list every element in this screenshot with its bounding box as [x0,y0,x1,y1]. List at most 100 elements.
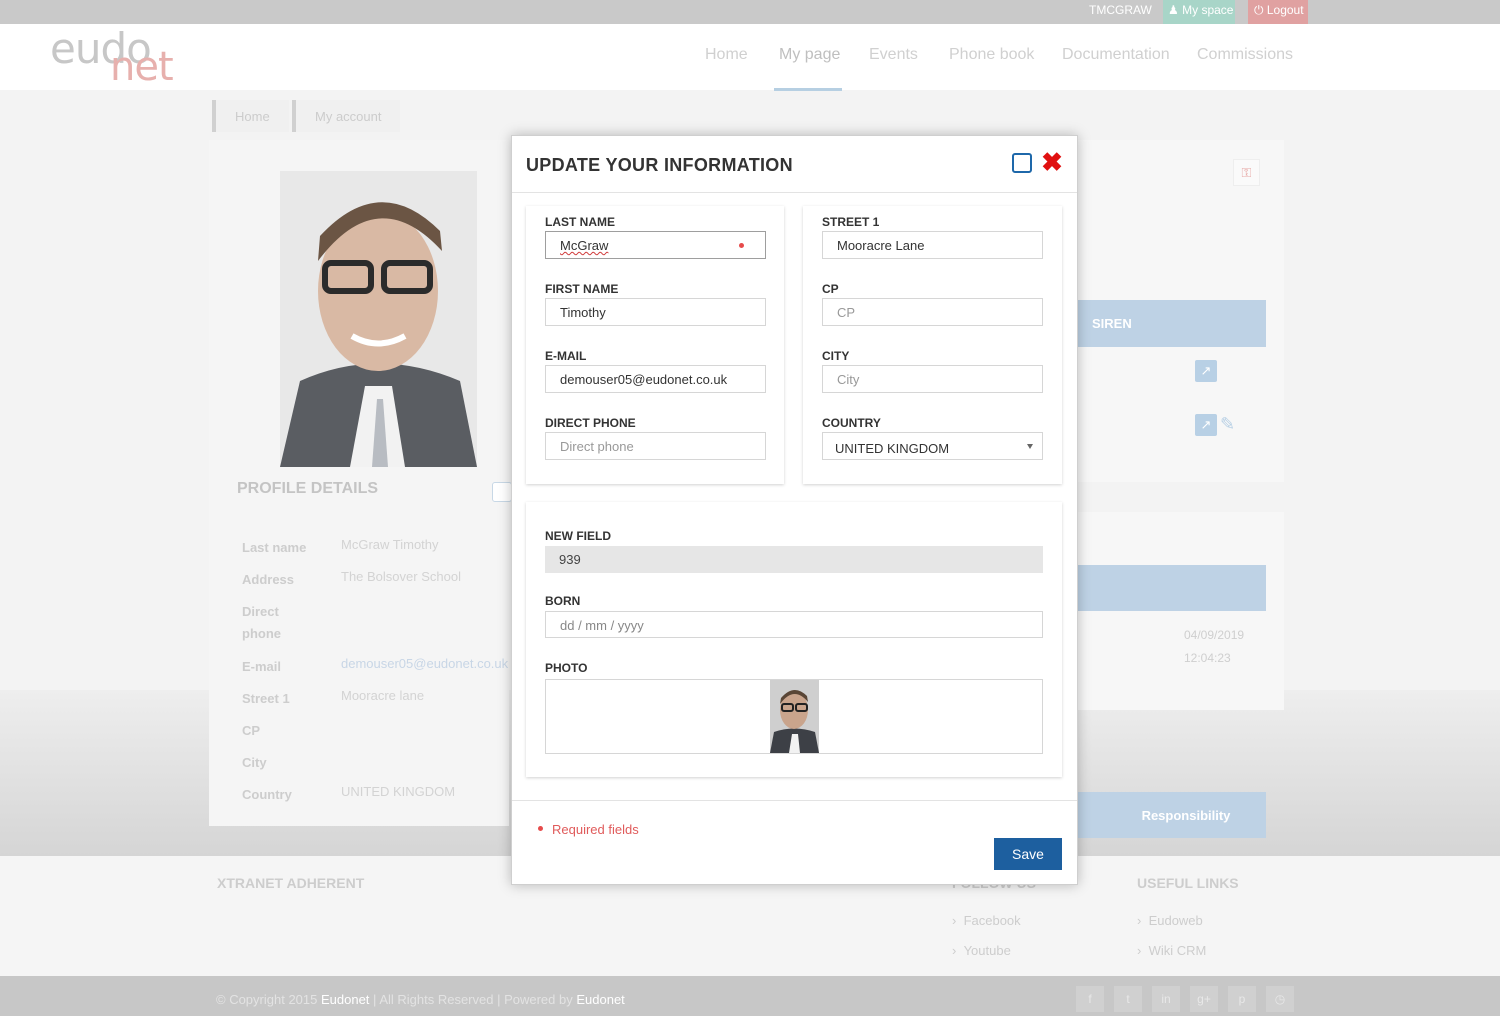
top-bar: TMCGRAW ♟ My space ⏻ Logout [0,0,1500,24]
nav-events[interactable]: Events [869,46,918,64]
footer-link-youtube[interactable]: › Youtube [952,943,1011,958]
logout-button[interactable]: ⏻ Logout [1248,0,1308,24]
cp-input[interactable]: CP [822,298,1043,326]
profile-row: CP [237,715,512,741]
street1-label: STREET 1 [822,215,880,229]
twitter-icon[interactable]: t [1114,986,1142,1012]
nav-my-page[interactable]: My page [779,46,840,64]
required-indicator [538,826,543,831]
date-text: 04/09/2019 [1184,628,1245,642]
last-name-input[interactable]: McGraw [545,231,766,259]
direct-phone-label: DIRECT PHONE [545,416,636,430]
street1-input[interactable]: Mooracre Lane [822,231,1043,259]
brand-link-1[interactable]: Eudonet [321,992,369,1007]
cp-label: CP [822,282,839,296]
breadcrumb-home[interactable]: Home [212,100,289,132]
brand-link-2[interactable]: Eudonet [576,992,624,1007]
born-input[interactable]: dd / mm / yyyy [545,611,1043,638]
nav-active-indicator [774,88,842,91]
user-icon: ♟ [1168,3,1179,17]
city-label: CITY [822,349,850,363]
maximize-icon[interactable] [1012,153,1032,173]
last-name-value: McGraw [560,238,609,253]
google-plus-icon[interactable]: g+ [1190,986,1218,1012]
profile-row-label: Street 1 [242,691,290,706]
open-link-icon[interactable]: ↗ [1195,414,1217,436]
nav-documentation[interactable]: Documentation [1062,46,1170,64]
photo-thumbnail [770,680,819,753]
breadcrumb-my-account[interactable]: My account [292,100,400,132]
logo-text-2: net [110,44,174,90]
footer-useful-title: USEFUL LINKS [1137,875,1239,891]
profile-row: City [237,747,512,773]
country-select[interactable]: UNITED KINGDOM [822,432,1043,460]
footer-link-eudoweb[interactable]: › Eudoweb [1137,913,1203,928]
profile-row-label: Direct phone [242,604,281,641]
key-icon[interactable]: ⚿ [1233,159,1260,186]
profile-row-value[interactable]: demouser05@eudonet.co.uk [341,656,508,671]
panel-address: STREET 1 Mooracre Lane CP CP CITY City C… [803,206,1062,484]
new-field-label: NEW FIELD [545,529,611,543]
logout-label: Logout [1266,3,1304,17]
profile-row: Address The Bolsover School [237,564,512,590]
update-info-modal: UPDATE YOUR INFORMATION ✖ LAST NAME McGr… [511,135,1078,885]
photo-label: PHOTO [545,661,588,675]
profile-row: Street 1 Mooracre lane [237,683,512,709]
clock-icon[interactable]: ◷ [1266,986,1294,1012]
linkedin-icon[interactable]: in [1152,986,1180,1012]
footer-link-label: Youtube [963,943,1011,958]
profile-details-title: PROFILE DETAILS [237,480,379,497]
born-label: BORN [545,594,581,608]
modal-footer-divider [512,800,1077,801]
footer-link-label: Facebook [963,913,1021,928]
nav-phone-book[interactable]: Phone book [949,46,1034,64]
copyright-prefix: © Copyright 2015 [216,992,318,1007]
save-button[interactable]: Save [994,838,1062,870]
profile-row-label: Last name [242,540,307,555]
time-text: 12:04:23 [1184,651,1231,665]
profile-photo [280,171,477,467]
footer-link-label: Eudoweb [1148,913,1203,928]
profile-row-value: The Bolsover School [341,569,461,584]
direct-phone-input[interactable]: Direct phone [545,432,766,460]
footer-link-label: Wiki CRM [1148,943,1207,958]
first-name-label: FIRST NAME [545,282,619,296]
required-fields-note: Required fields [552,822,639,837]
open-link-icon[interactable]: ↗ [1195,360,1217,382]
city-input[interactable]: City [822,365,1043,393]
profile-row-value: UNITED KINGDOM [341,784,456,799]
pinterest-icon[interactable]: p [1228,986,1256,1012]
footer-link-facebook[interactable]: › Facebook [952,913,1021,928]
username[interactable]: TMCGRAW [1089,3,1152,17]
country-label: COUNTRY [822,416,881,430]
email-label: E-MAIL [545,349,587,363]
profile-row-label: Address [242,572,295,587]
siren-header: SIREN [1076,300,1266,347]
photo-upload[interactable] [545,679,1043,754]
nav-home[interactable]: Home [705,46,748,64]
nav-commissions[interactable]: Commissions [1197,46,1293,64]
email-input[interactable]: demouser05@eudonet.co.uk [545,365,766,393]
country-value: UNITED KINGDOM [835,441,950,456]
section-header-bar [1076,565,1266,611]
copyright-text: © Copyright 2015 Eudonet | All Rights Re… [216,992,625,1007]
new-field-input: 939 [545,546,1043,573]
edit-icon[interactable]: ✎ [1220,413,1246,435]
responsibility-header: Responsibility [1076,792,1266,838]
profile-row: E-mail demouser05@eudonet.co.uk [237,651,512,677]
my-space-button[interactable]: ♟ My space [1163,0,1235,24]
header: eudo net Home My page Events Phone book … [0,24,1500,91]
copyright-middle: | All Rights Reserved | Powered by [373,992,573,1007]
footer-link-wiki[interactable]: › Wiki CRM [1137,943,1206,958]
profile-edit-icon[interactable] [492,482,512,502]
first-name-input[interactable]: Timothy [545,298,766,326]
close-icon[interactable]: ✖ [1040,148,1064,176]
profile-row-value: Mooracre lane [341,688,425,703]
footer-xtranet-title: XTRANET ADHERENT [217,875,365,891]
profile-row: Direct phone [237,596,512,646]
panel-identity: LAST NAME McGraw FIRST NAME Timothy E-MA… [526,206,784,484]
facebook-icon[interactable]: f [1076,986,1104,1012]
right-card-middle [1076,512,1284,710]
logo[interactable]: eudo net [50,24,180,90]
my-space-label: My space [1182,3,1234,17]
